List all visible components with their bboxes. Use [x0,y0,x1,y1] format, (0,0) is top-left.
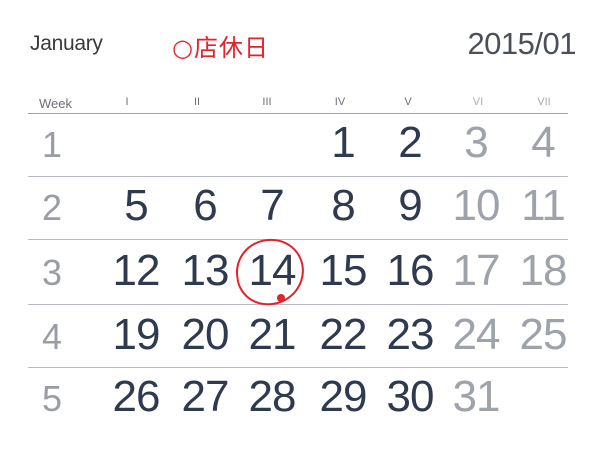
month-title: January [30,32,103,55]
week-number: 4 [42,316,63,357]
calendar-day[interactable]: 11 [508,181,578,231]
calendar-day[interactable]: 17 [441,246,511,296]
row-divider [28,239,568,240]
calendar-day[interactable]: 6 [170,181,240,231]
calendar-day[interactable]: 7 [237,181,307,231]
calendar-day[interactable]: 20 [170,310,240,360]
calendar-day[interactable]: 18 [508,246,578,296]
calendar-day[interactable]: 25 [508,310,578,360]
year-month: 2015/01 [467,26,576,61]
day-header-6: VI [472,96,484,108]
calendar-day[interactable]: 4 [508,118,578,168]
calendar-day[interactable]: 19 [101,310,171,360]
week-column-header: Week [39,96,72,111]
calendar-day[interactable]: 23 [375,310,445,360]
row-divider [28,176,568,177]
day-header-3: III [262,96,272,108]
calendar-day[interactable]: 15 [308,246,378,296]
calendar-day[interactable]: 9 [375,181,445,231]
calendar-day[interactable]: 12 [101,246,171,296]
holiday-note: ○店休日 [172,34,269,62]
calendar-day[interactable]: 24 [441,310,511,360]
calendar-day[interactable]: 8 [308,181,378,231]
calendar-day[interactable]: 5 [101,181,171,231]
row-divider [28,367,568,368]
header-divider [28,113,568,114]
calendar-day[interactable]: 1 [308,118,378,168]
day-header-2: II [193,96,201,108]
calendar-day[interactable]: 30 [375,372,445,422]
calendar-day[interactable]: 21 [237,310,307,360]
calendar-day[interactable]: 28 [237,372,307,422]
highlight-circle-stroke-end [277,294,285,302]
calendar-day[interactable]: 10 [441,181,511,231]
day-header-4: IV [334,96,346,108]
calendar-day[interactable]: 13 [170,246,240,296]
calendar-day[interactable]: 16 [375,246,445,296]
calendar-day[interactable]: 31 [441,372,511,422]
calendar-day[interactable]: 27 [170,372,240,422]
row-divider [28,304,568,305]
calendar-day[interactable]: 2 [375,118,445,168]
day-header-1: I [125,96,129,108]
day-header-7: VII [537,96,551,108]
week-number: 3 [42,252,63,293]
calendar-day[interactable]: 29 [308,372,378,422]
week-number: 1 [42,124,63,165]
calendar-day[interactable]: 26 [101,372,171,422]
week-number: 2 [42,187,63,228]
calendar-day[interactable]: 3 [441,118,511,168]
calendar-day[interactable]: 22 [308,310,378,360]
week-number: 5 [42,378,63,419]
day-header-5: V [404,96,412,108]
